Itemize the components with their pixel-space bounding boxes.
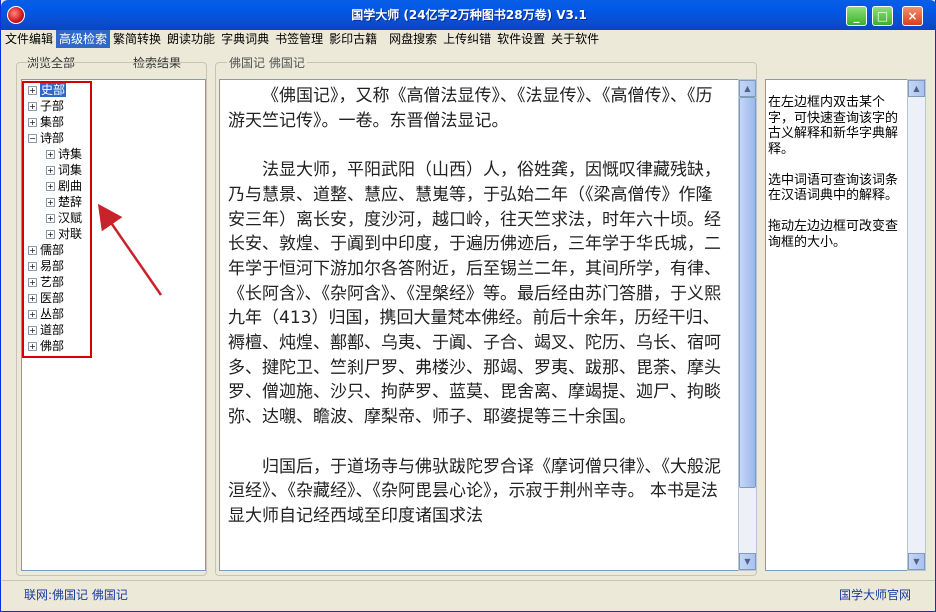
- book-text[interactable]: 《佛国记》，又称《高僧法显传》、《法显传》、《高僧传》、《历游天竺记传》。一卷。…: [228, 84, 728, 553]
- help-paragraph: 在左边框内双击某个字，可快速查询该字的古义解释和新华字典解释。: [768, 95, 899, 157]
- tree-node-label[interactable]: 史部: [40, 83, 67, 97]
- expand-icon[interactable]: +: [28, 310, 37, 319]
- help-paragraph: 拖动左边边框可改变查询框的大小。: [768, 219, 899, 250]
- tree-node-label[interactable]: 子部: [40, 99, 64, 113]
- tree-node-label[interactable]: 集部: [40, 115, 64, 129]
- window-title: 国学大师 (24亿字2万种图书28万卷) V3.1: [351, 8, 587, 22]
- book-paragraph[interactable]: 法显大师，平阳武阳（山西）人，俗姓龚，因慨叹律藏残缺，乃与慧景、道整、慧应、慧嵬…: [228, 158, 728, 430]
- tree-node-label[interactable]: 词集: [58, 163, 82, 177]
- tree-node-label[interactable]: 易部: [40, 259, 64, 273]
- tree-node[interactable]: + 道部: [28, 322, 64, 338]
- help-scroll-down-button[interactable]: ▼: [908, 553, 925, 570]
- app-window: 国学大师 (24亿字2万种图书28万卷) V3.1 _ □ × 文件编辑 高级检索…: [0, 0, 936, 612]
- tree-node[interactable]: + 易部: [28, 258, 64, 274]
- expand-icon[interactable]: +: [46, 182, 55, 191]
- tree-node-label[interactable]: 艺部: [40, 275, 64, 289]
- menu-item[interactable]: 网盘搜索: [386, 30, 440, 48]
- annotation-arrow: [97, 203, 163, 296]
- tree-node[interactable]: + 医部: [28, 290, 64, 306]
- tree-node[interactable]: + 诗集: [46, 146, 82, 162]
- tree-node[interactable]: + 佛部: [28, 338, 64, 354]
- status-current-book[interactable]: 联网:佛国记 佛国记: [24, 586, 128, 603]
- help-scroll-up-button[interactable]: ▲: [908, 80, 925, 97]
- tree-node-label[interactable]: 楚辞: [58, 195, 82, 209]
- content-breadcrumb: 佛国记 佛国记: [227, 54, 307, 71]
- tree-node[interactable]: + 对联: [46, 226, 82, 242]
- tree-node-label[interactable]: 丛部: [40, 307, 64, 321]
- expand-icon[interactable]: +: [28, 278, 37, 287]
- tree-node-label[interactable]: 对联: [58, 227, 82, 241]
- tree-node[interactable]: + 楚辞: [46, 194, 82, 210]
- expand-icon[interactable]: +: [28, 342, 37, 351]
- tree-node-label[interactable]: 剧曲: [58, 179, 82, 193]
- tree-node-label[interactable]: 诗集: [58, 147, 82, 161]
- tree-node[interactable]: + 儒部: [28, 242, 64, 258]
- menu-item[interactable]: 影印古籍: [326, 30, 380, 48]
- content-scrollbar[interactable]: ▲ ▼: [738, 79, 757, 571]
- expand-icon[interactable]: +: [28, 326, 37, 335]
- expand-icon[interactable]: +: [46, 150, 55, 159]
- tree-node-label[interactable]: 道部: [40, 323, 64, 337]
- menu-item[interactable]: 文件编辑: [2, 30, 56, 48]
- maximize-icon: □: [876, 9, 889, 23]
- expand-icon[interactable]: +: [46, 198, 55, 207]
- collapse-icon[interactable]: −: [28, 134, 37, 143]
- tree-node[interactable]: + 集部: [28, 114, 64, 130]
- expand-icon[interactable]: +: [28, 246, 37, 255]
- menu-item[interactable]: 软件设置: [494, 30, 548, 48]
- expand-icon[interactable]: +: [28, 294, 37, 303]
- official-site-link[interactable]: 国学大师官网: [839, 586, 911, 603]
- status-bar: 联网:佛国记 佛国记 国学大师官网: [2, 580, 935, 606]
- tree-node[interactable]: − 诗部: [28, 130, 64, 146]
- expand-icon[interactable]: +: [28, 86, 37, 95]
- expand-icon[interactable]: +: [46, 214, 55, 223]
- content-text-area[interactable]: 《佛国记》，又称《高僧法显传》、《法显传》、《高僧传》、《历游天竺记传》。一卷。…: [219, 79, 738, 571]
- book-paragraph[interactable]: 归国后，于道场寺与佛驮跋陀罗合译《摩诃僧只律》、《大般泥洹经》、《杂藏经》、《杂…: [228, 455, 728, 529]
- scroll-down-button[interactable]: ▼: [739, 553, 756, 570]
- menu-bar: 文件编辑 高级检索 繁简转换 朗读功能 字典词典 书签管理 影印古籍 网盘搜索 上传纠错 软件设置…: [2, 30, 935, 48]
- scroll-thumb[interactable]: [739, 97, 756, 488]
- tree-node-label[interactable]: 儒部: [40, 243, 64, 257]
- menu-item[interactable]: 字典词典: [218, 30, 272, 48]
- tree-node[interactable]: + 词集: [46, 162, 82, 178]
- help-paragraph: 选中词语可查询该词条在汉语词典中的解释。: [768, 172, 899, 204]
- expand-icon[interactable]: +: [46, 166, 55, 175]
- close-icon: ×: [907, 9, 918, 23]
- expand-icon[interactable]: +: [28, 118, 37, 127]
- menu-item[interactable]: 高级检索: [56, 30, 111, 48]
- tree-node-label[interactable]: 佛部: [40, 339, 64, 353]
- help-scrollbar[interactable]: ▲ ▼: [907, 79, 926, 571]
- book-paragraph[interactable]: 《佛国记》，又称《高僧法显传》、《法显传》、《高僧传》、《历游天竺记传》。一卷。…: [228, 84, 728, 133]
- menu-item[interactable]: 关于软件: [548, 30, 602, 48]
- tree-node[interactable]: + 剧曲: [46, 178, 82, 194]
- expand-icon[interactable]: +: [28, 262, 37, 271]
- tree-node[interactable]: + 汉赋: [46, 210, 82, 226]
- tree-node[interactable]: + 艺部: [28, 274, 64, 290]
- tree-node-label[interactable]: 诗部: [40, 131, 64, 145]
- title-bar[interactable]: 国学大师 (24亿字2万种图书28万卷) V3.1 _ □ ×: [1, 0, 936, 30]
- close-button[interactable]: ×: [902, 6, 923, 26]
- minimize-icon: _: [853, 9, 860, 23]
- expand-icon[interactable]: +: [46, 230, 55, 239]
- menu-item[interactable]: 上传纠错: [440, 30, 494, 48]
- tree-node[interactable]: + 子部: [28, 98, 64, 114]
- menu-item[interactable]: 繁简转换: [110, 30, 164, 48]
- expand-icon[interactable]: +: [28, 102, 37, 111]
- minimize-button[interactable]: _: [846, 6, 867, 26]
- maximize-button[interactable]: □: [872, 6, 893, 26]
- scroll-up-button[interactable]: ▲: [739, 80, 756, 97]
- tree-node[interactable]: + 史部: [28, 82, 67, 98]
- menu-item[interactable]: 朗读功能: [164, 30, 218, 48]
- tree-node[interactable]: + 丛部: [28, 306, 64, 322]
- menu-item[interactable]: 书签管理: [272, 30, 326, 48]
- help-text: 在左边框内双击某个字，可快速查询该字的古义解释和新华字典解释。选中词语可查询该词…: [768, 95, 903, 266]
- tree-node-label[interactable]: 医部: [40, 291, 64, 305]
- tree-node-label[interactable]: 汉赋: [58, 211, 82, 225]
